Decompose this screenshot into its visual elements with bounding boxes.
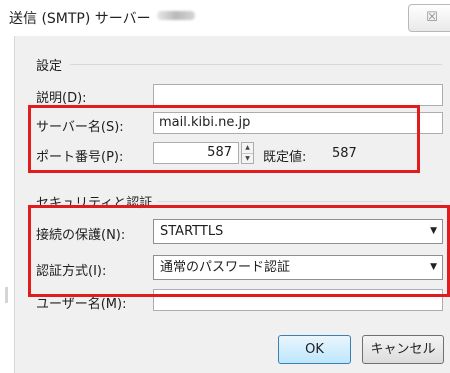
connection-security-label: 接続の保護(N): [36,228,126,243]
dropdown-arrow-icon: ▼ [430,226,437,236]
security-separator [158,201,442,202]
settings-separator [70,64,442,65]
dropdown-arrow-icon: ▼ [430,262,437,272]
username-label: ユーザー名(M): [36,297,127,312]
username-field[interactable] [153,289,443,311]
left-edge-mark [5,287,8,303]
port-field[interactable]: 587 [153,142,239,164]
connection-security-value: STARTTLS [160,224,224,239]
spin-up-icon[interactable]: ▲ [242,143,253,153]
auth-method-value: 通常のパスワード認証 [160,260,291,275]
description-field[interactable] [153,84,443,106]
window-title: 送信 (SMTP) サーバー [9,11,151,27]
port-label: ポート番号(P): [36,150,124,165]
description-label: 説明(D): [36,91,87,106]
left-edge [0,36,14,373]
title-bar: 送信 (SMTP) サーバー ☒ [0,0,450,36]
server-name-field[interactable]: mail.kibi.ne.jp [153,112,443,134]
server-name-label: サーバー名(S): [36,120,124,135]
default-value: 587 [332,146,357,161]
close-icon: ☒ [426,10,438,25]
connection-security-select[interactable]: STARTTLS ▼ [153,219,443,244]
auth-method-select[interactable]: 通常のパスワード認証 ▼ [153,255,443,280]
port-spinner[interactable]: ▲ ▼ [241,142,254,164]
default-label: 既定値: [263,150,307,165]
cancel-button[interactable]: キャンセル [362,335,444,364]
security-section-title: セキュリティと認証 [36,196,153,211]
settings-section-title: 設定 [36,59,63,74]
title-blur [157,11,195,20]
ok-button[interactable]: OK [278,335,351,364]
close-button[interactable]: ☒ [408,4,450,32]
spin-down-icon[interactable]: ▼ [242,153,253,164]
auth-method-label: 認証方式(I): [36,264,107,279]
